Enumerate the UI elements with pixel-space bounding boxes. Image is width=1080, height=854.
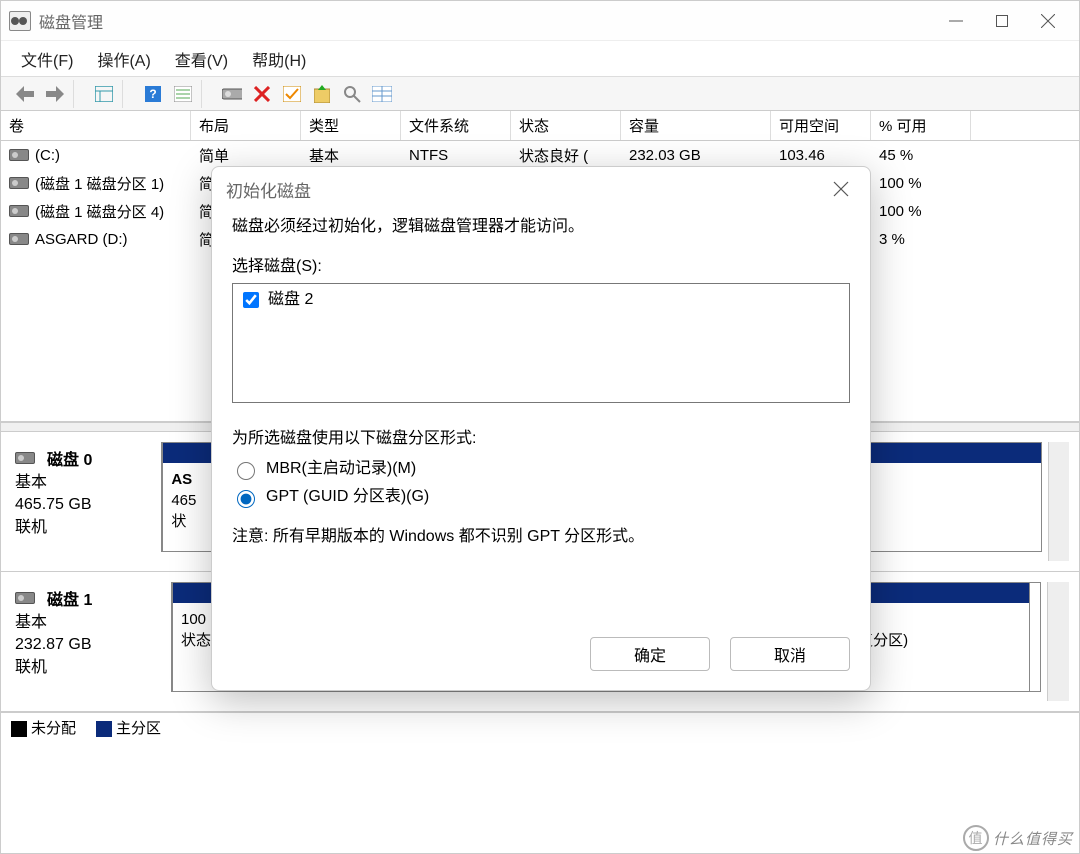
cancel-button[interactable]: 取消 [730, 637, 850, 671]
partition-style-group: MBR(主启动记录)(M) GPT (GUID 分区表)(G) [232, 457, 850, 509]
partition-style-label: 为所选磁盘使用以下磁盘分区形式: [232, 427, 850, 451]
mbr-option[interactable]: MBR(主启动记录)(M) [232, 457, 850, 481]
disk2-checkbox[interactable] [243, 292, 259, 308]
ok-button[interactable]: 确定 [590, 637, 710, 671]
gpt-option[interactable]: GPT (GUID 分区表)(G) [232, 485, 850, 509]
select-disk-label: 选择磁盘(S): [232, 255, 850, 279]
mbr-label: MBR(主启动记录)(M) [266, 457, 416, 481]
dialog-message: 磁盘必须经过初始化，逻辑磁盘管理器才能访问。 [232, 215, 850, 239]
gpt-label: GPT (GUID 分区表)(G) [266, 485, 429, 509]
disk-checkbox-row[interactable]: 磁盘 2 [239, 288, 843, 312]
gpt-radio[interactable] [237, 490, 255, 508]
dialog-title: 初始化磁盘 [226, 177, 311, 202]
watermark: 值 什么值得买 [963, 825, 1073, 851]
gpt-note: 注意: 所有早期版本的 Windows 都不识别 GPT 分区形式。 [232, 525, 850, 549]
disk-select-list[interactable]: 磁盘 2 [232, 283, 850, 403]
dialog-close-button[interactable] [826, 174, 856, 204]
disk-management-window: 磁盘管理 文件(F) 操作(A) 查看(V) 帮助(H) ? [0, 0, 1080, 854]
mbr-radio[interactable] [237, 462, 255, 480]
modal-overlay: 初始化磁盘 磁盘必须经过初始化，逻辑磁盘管理器才能访问。 选择磁盘(S): 磁盘… [1, 1, 1079, 853]
disk2-label: 磁盘 2 [268, 288, 313, 312]
initialize-disk-dialog: 初始化磁盘 磁盘必须经过初始化，逻辑磁盘管理器才能访问。 选择磁盘(S): 磁盘… [211, 166, 871, 691]
